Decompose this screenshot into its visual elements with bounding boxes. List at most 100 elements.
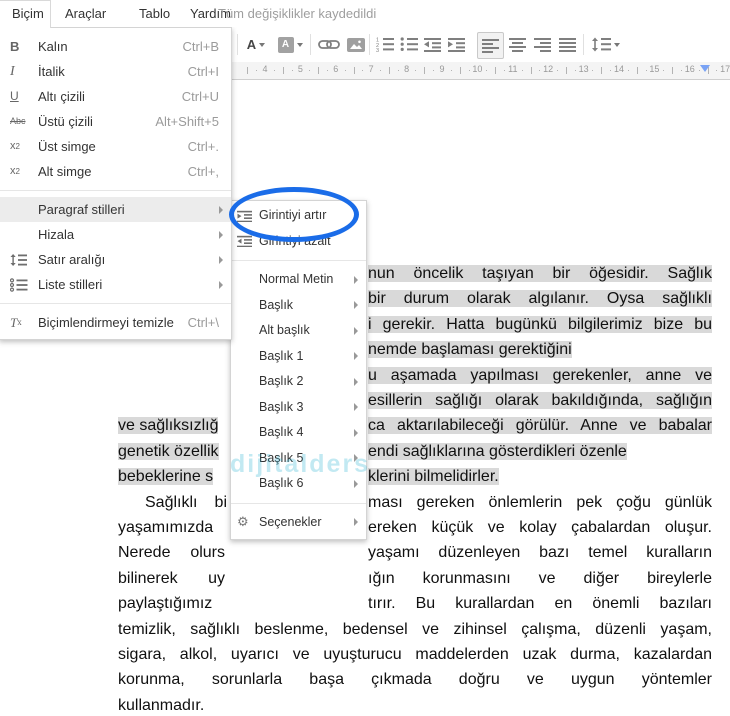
menu-item-kalin[interactable]: B Kalın Ctrl+B (0, 34, 231, 59)
menu-item-satir-araligi[interactable]: Satır aralığı (0, 247, 231, 272)
submenu-arrow-icon (354, 377, 358, 386)
submenu-arrow-icon (219, 230, 223, 239)
menu-item-baslik-3[interactable]: Başlık 3 (231, 395, 366, 421)
menu-item-baslik-2[interactable]: Başlık 2 (231, 369, 366, 395)
doc-line: i gerekir. Hatta bugünkü bilgilerimiz bi… (368, 316, 712, 333)
insert-image-button[interactable] (344, 32, 368, 57)
ruler-number: 9 (439, 64, 445, 74)
doc-line: sigara, alkol, uyarıcı ve uyuşturucu mad… (118, 646, 712, 663)
menu-item-baslik-4[interactable]: Başlık 4 (231, 420, 366, 446)
doc-line: genetik özellik (118, 443, 219, 460)
save-status: Tüm değişiklikler kaydedildi (218, 6, 377, 21)
menu-item-baslik-6[interactable]: Başlık 6 (231, 471, 366, 497)
doc-line: bir durum olarak algılanır. Oysa sağlıkl… (368, 290, 712, 307)
doc-line: ca aktarılabileceği görülür. Anne ve bab… (368, 417, 712, 434)
line-spacing-button[interactable] (589, 32, 621, 57)
numbered-list-button[interactable]: 1 2 3 (374, 32, 396, 57)
menu-item-alti-cizili[interactable]: U Altı çizili Ctrl+U (0, 84, 231, 109)
ruler-number: 8 (404, 64, 410, 74)
ruler-number: 12 (543, 64, 554, 74)
menu-item-alt-simge[interactable]: x2 Alt simge Ctrl+, (0, 159, 231, 184)
menu-item-liste-stilleri[interactable]: Liste stilleri (0, 272, 231, 297)
align-center-button[interactable] (506, 32, 528, 57)
ruler-number: 7 (368, 64, 374, 74)
decrease-indent-button[interactable] (422, 32, 444, 57)
menu-item-alt-baslik[interactable]: Alt başlık (231, 318, 366, 344)
line-spacing-icon (10, 247, 34, 272)
doc-line: bebeklerine s (118, 468, 214, 485)
superscript-icon: x2 (10, 140, 20, 152)
bulleted-list-icon (400, 37, 418, 51)
menu-item-girintiyi-azalt[interactable]: Girintiyi azalt (231, 229, 366, 255)
doc-line: u aşamada yapılması gerekenler, anne ve (368, 367, 712, 384)
menubar-item-araclar[interactable]: Araçlar (59, 0, 112, 27)
menubar-item-tablo[interactable]: Tablo (133, 0, 176, 27)
doc-line: bilinerek uy (118, 570, 225, 587)
submenu-arrow-icon (354, 518, 358, 527)
toolbar-separator (583, 34, 584, 55)
menu-item-bicimlendirmeyi-temizle[interactable]: Tx Biçimlendirmeyi temizle Ctrl+\ (0, 310, 231, 335)
menu-item-girintiyi-artir[interactable]: Girintiyi artır (231, 203, 366, 229)
doc-line: Nerede olurs (118, 544, 225, 561)
align-right-button[interactable] (531, 32, 553, 57)
align-left-button[interactable] (477, 32, 504, 59)
indent-decrease-icon (237, 229, 257, 255)
indent-decrease-icon (424, 38, 441, 52)
menu-item-secenekler[interactable]: ⚙ Seçenekler (231, 510, 366, 536)
italic-icon: I (10, 64, 15, 79)
increase-indent-button[interactable] (446, 32, 468, 57)
toolbar-separator (310, 34, 311, 55)
ruler-number: 16 (684, 64, 695, 74)
submenu-arrow-icon (354, 454, 358, 463)
insert-link-button[interactable] (316, 32, 342, 57)
toolbar-separator (237, 34, 238, 55)
image-icon (347, 37, 365, 52)
ruler-number: 14 (613, 64, 624, 74)
ruler-number: 17 (720, 64, 730, 74)
subscript-icon: x2 (10, 165, 20, 177)
doc-line: nemde başlaması gerektiğini (368, 341, 572, 358)
chevron-down-icon (259, 42, 266, 47)
format-menu: B Kalın Ctrl+B I İtalik Ctrl+I U Altı çi… (0, 27, 232, 340)
submenu-arrow-icon (354, 352, 358, 361)
right-indent-marker[interactable] (700, 65, 710, 72)
align-left-icon (482, 39, 499, 53)
menu-separator (0, 190, 231, 191)
doc-line: ığın korunmasını ve diğer bireylerle (368, 570, 712, 587)
doc-line: yaşamımızda (118, 519, 214, 536)
align-justify-button[interactable] (556, 32, 578, 57)
menu-item-hizala[interactable]: Hizala (0, 222, 231, 247)
menu-item-baslik-1[interactable]: Başlık 1 (231, 344, 366, 370)
text-color-button[interactable]: A (242, 32, 270, 57)
strikethrough-icon: Abc (10, 116, 26, 126)
menu-separator (231, 502, 366, 504)
chevron-down-icon (296, 42, 303, 47)
menu-item-ustu-cizili[interactable]: Abc Üstü çizili Alt+Shift+5 (0, 109, 231, 134)
doc-line: yaşamı düzenleyen bazı temel kuralların (368, 544, 712, 561)
menu-item-baslik[interactable]: Başlık (231, 293, 366, 319)
ruler-number: 13 (578, 64, 589, 74)
doc-line: tırır. Bu kurallardan en önemli bazıları (368, 595, 712, 612)
indent-increase-icon (448, 38, 465, 52)
list-styles-icon (10, 272, 34, 297)
submenu-arrow-icon (354, 301, 358, 310)
menu-item-paragraf-stilleri[interactable]: Paragraf stilleri (0, 197, 231, 222)
menu-item-italik[interactable]: I İtalik Ctrl+I (0, 59, 231, 84)
toolbar-separator (369, 34, 370, 55)
doc-line: kullanmadır. (118, 697, 205, 714)
svg-text:3: 3 (376, 48, 379, 52)
doc-line: esillerin sağlığı olarak bakıldığında, s… (368, 392, 712, 409)
bulleted-list-button[interactable] (398, 32, 420, 57)
ruler-number: 6 (333, 64, 339, 74)
doc-line: ması gereken önlemlerin pek çoğu günlük (368, 494, 712, 511)
menu-item-baslik-5[interactable]: Başlık 5 (231, 446, 366, 472)
text-color-icon: A (246, 37, 257, 52)
doc-line: klerini bilmelidirler. (368, 468, 499, 485)
numbered-list-icon: 1 2 3 (376, 38, 394, 52)
menu-item-normal-metin[interactable]: Normal Metin (231, 267, 366, 293)
menu-item-ust-simge[interactable]: x2 Üst simge Ctrl+. (0, 134, 231, 159)
menubar: Biçim Araçlar Tablo Yardım Tüm değişikli… (0, 0, 730, 28)
menubar-item-bicim[interactable]: Biçim (6, 0, 50, 27)
highlight-color-button[interactable]: A (276, 32, 304, 57)
chevron-down-icon (613, 42, 620, 47)
